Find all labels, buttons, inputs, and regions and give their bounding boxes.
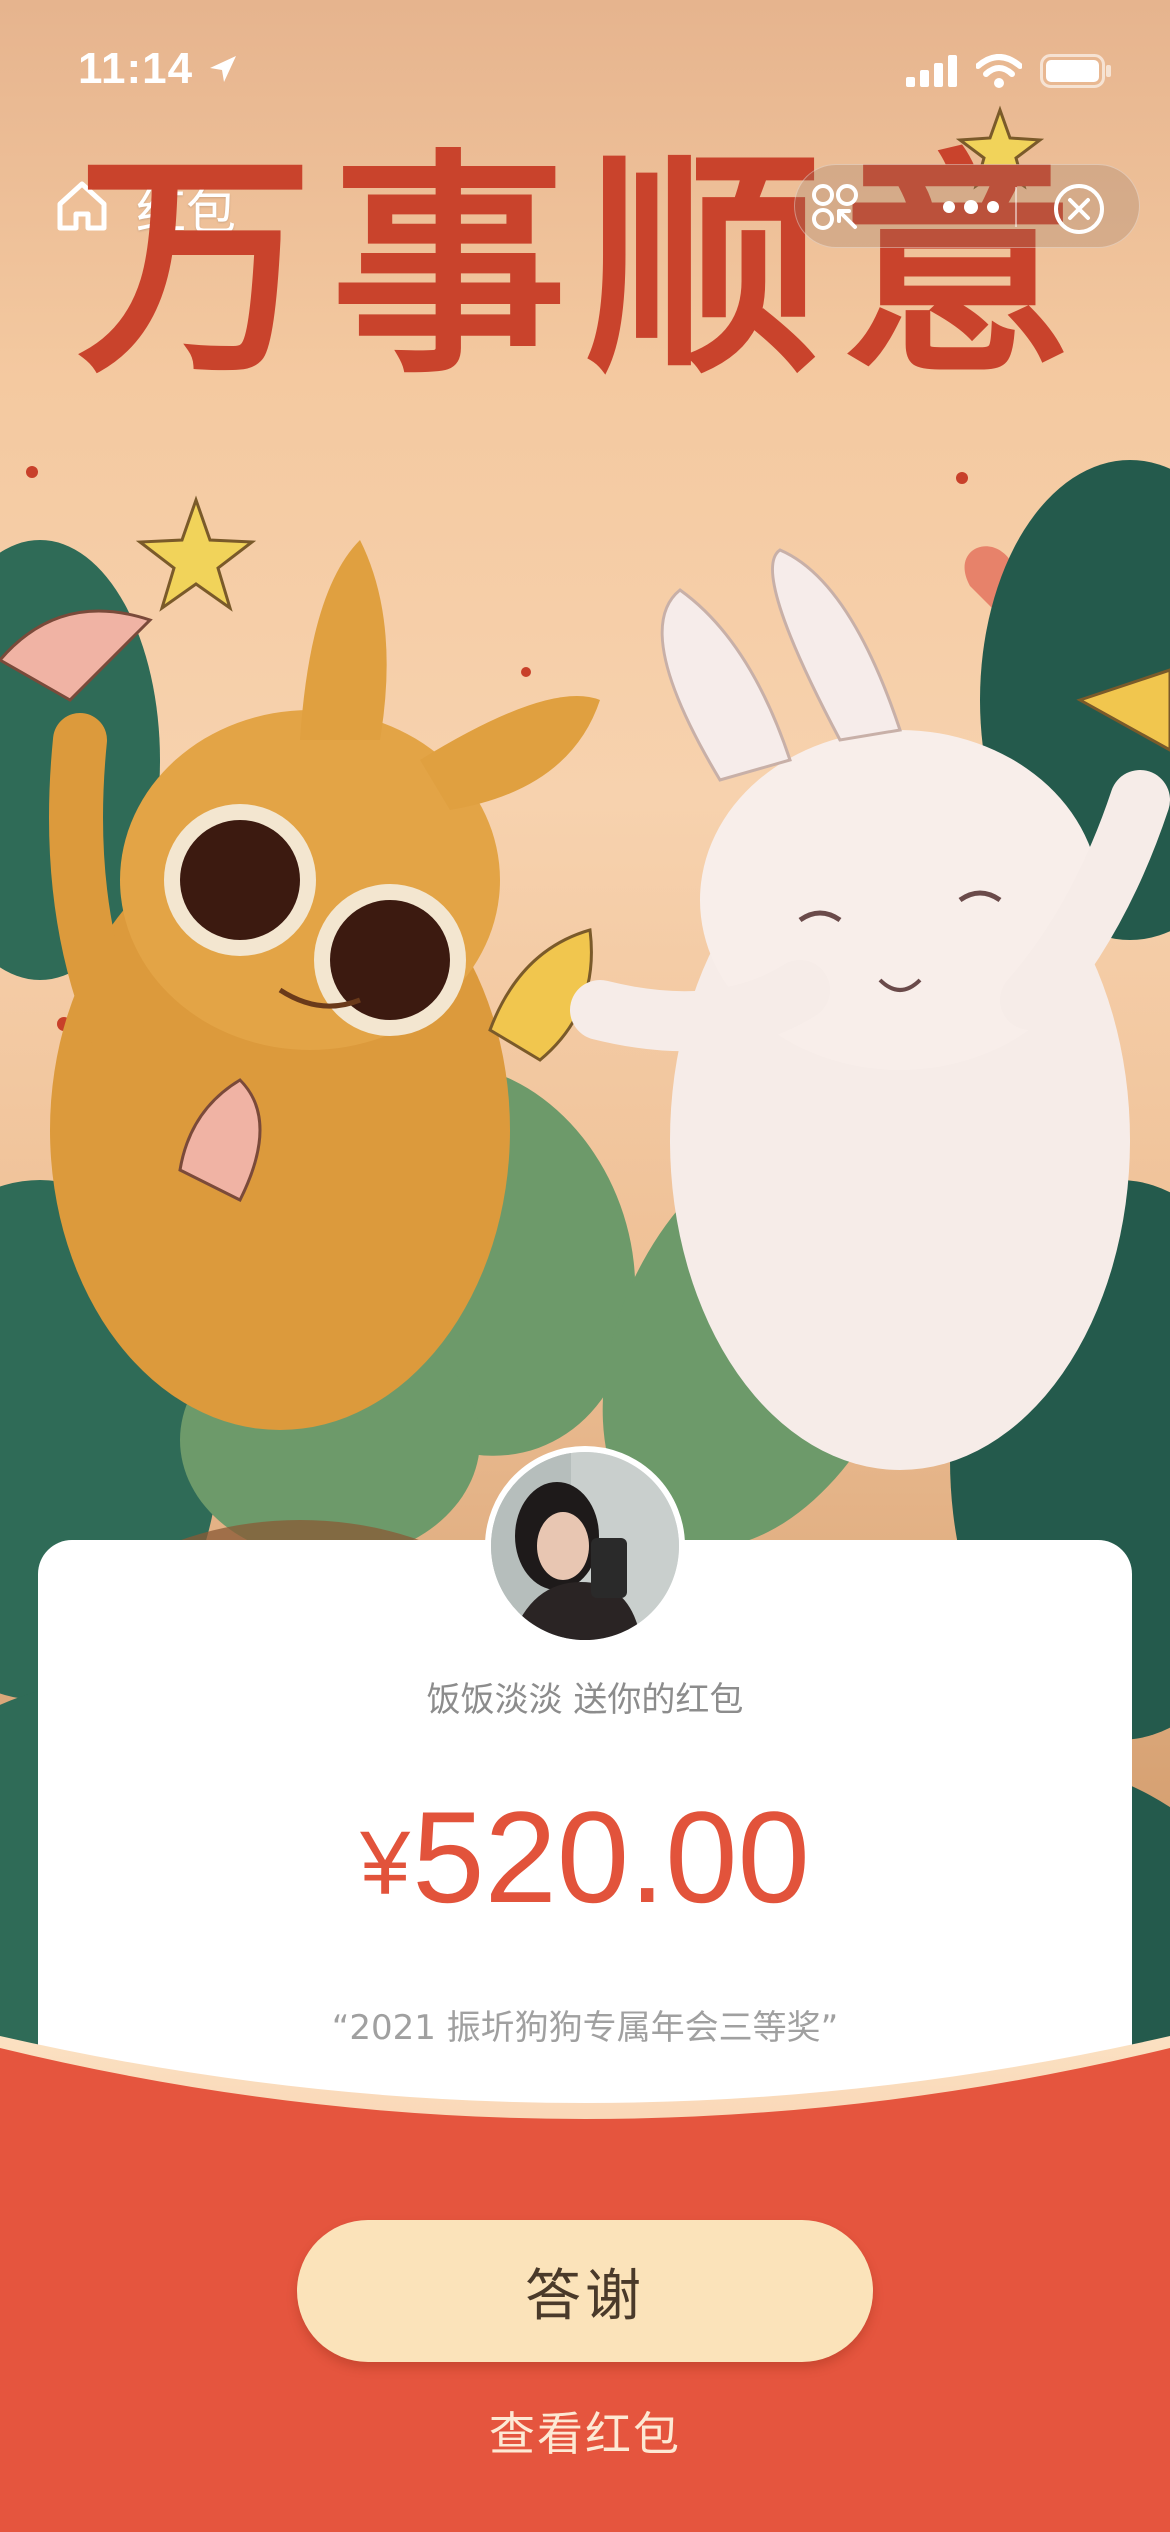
more-icon[interactable] xyxy=(941,199,1001,215)
amount: ¥520.00 xyxy=(0,1782,1170,1932)
close-icon[interactable] xyxy=(1051,181,1107,237)
amount-value: 520.00 xyxy=(412,1784,810,1930)
battery-icon xyxy=(1040,54,1111,88)
avatar[interactable] xyxy=(485,1446,685,1646)
scan-icon[interactable] xyxy=(809,181,861,233)
wifi-icon xyxy=(976,54,1022,88)
sender-line: 饭饭淡淡 送你的红包 xyxy=(426,1680,744,1720)
status-time: 11:14 xyxy=(78,44,194,93)
status-icons xyxy=(906,54,1112,88)
location-arrow-icon xyxy=(210,56,236,82)
signal-icon xyxy=(906,55,957,87)
thanks-button[interactable]: 答谢 xyxy=(297,2220,873,2362)
currency-symbol: ¥ xyxy=(360,1814,411,1914)
capsule-divider xyxy=(1015,187,1017,227)
view-red-packet-link[interactable]: 查看红包 xyxy=(0,2398,1170,2464)
mini-program-capsule xyxy=(794,164,1140,248)
avatar-photo xyxy=(491,1452,679,1640)
status-bar: 11:14 xyxy=(0,0,1170,140)
